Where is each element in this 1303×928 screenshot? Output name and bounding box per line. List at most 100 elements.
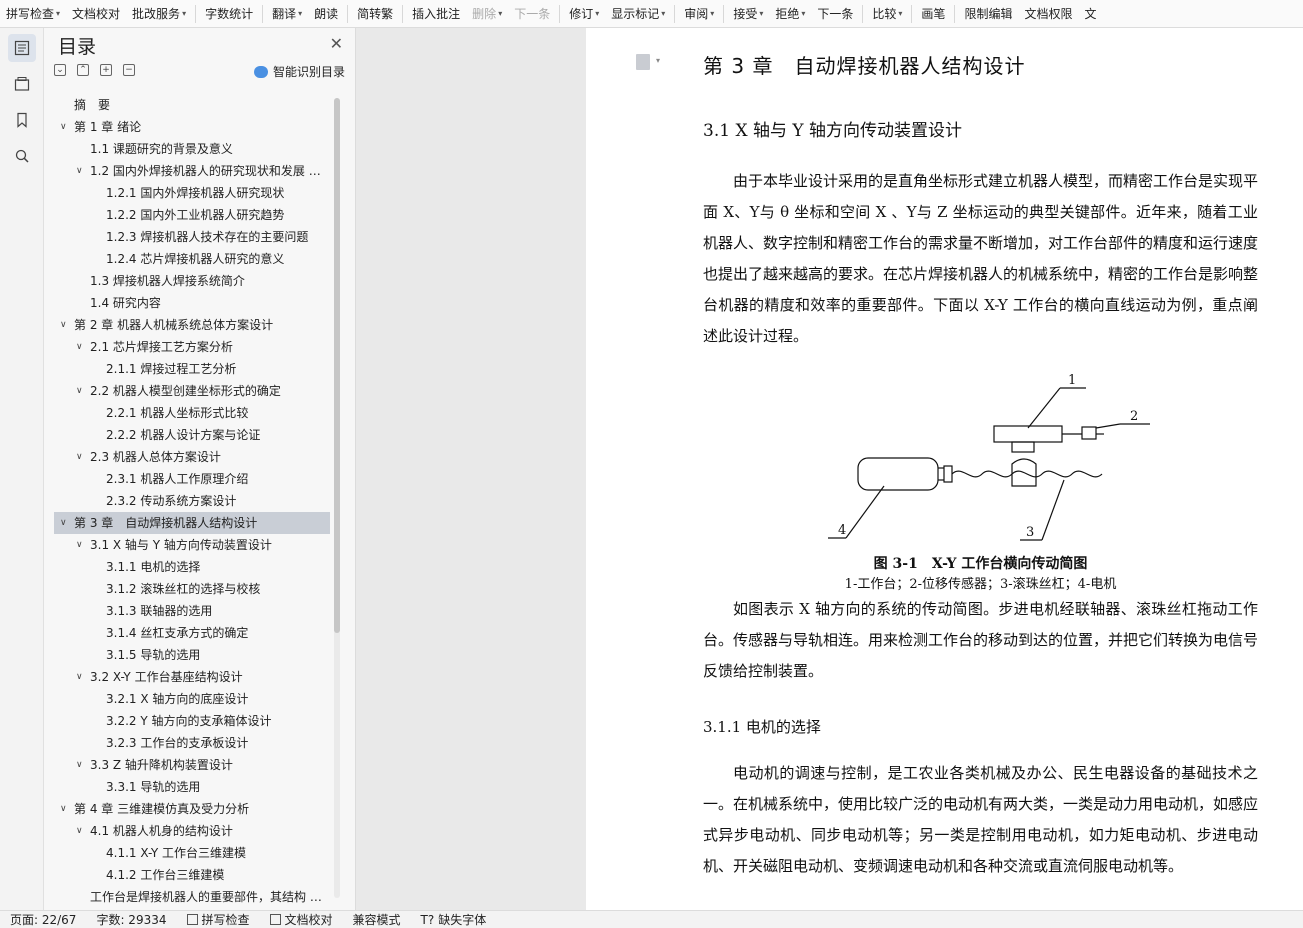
toc-item[interactable]: 1.1 课题研究的背景及意义 [54, 138, 330, 160]
toc-panel-icon[interactable] [8, 34, 36, 62]
ribbon-button-3[interactable]: 字数统计 [199, 0, 259, 27]
chapter-nav-icon[interactable] [8, 70, 36, 98]
toc-item[interactable]: 3.1.1 电机的选择 [54, 556, 330, 578]
toc-item[interactable]: ∨ 1.2 国内外焊接机器人的研究现状和发展 … [54, 160, 330, 182]
ribbon-button-9[interactable]: 下一条 [508, 0, 556, 27]
toc-item[interactable]: ∨ 2.1 芯片焊接工艺方案分析 [54, 336, 330, 358]
close-icon[interactable]: ✕ [330, 34, 343, 53]
chevron-down-icon[interactable]: ∨ [76, 446, 83, 468]
toc-item[interactable]: 3.2.1 X 轴方向的底座设计 [54, 688, 330, 710]
toc-item[interactable]: 摘 要 [54, 94, 330, 116]
figure-label-3: 3 [1026, 525, 1034, 540]
toc-item[interactable]: 2.2.1 机器人坐标形式比较 [54, 402, 330, 424]
toc-item[interactable]: 3.2.2 Y 轴方向的支承箱体设计 [54, 710, 330, 732]
toc-item[interactable]: 1.2.4 芯片焊接机器人研究的意义 [54, 248, 330, 270]
toc-item[interactable]: 3.1.5 导轨的选用 [54, 644, 330, 666]
ribbon-button-1[interactable]: 文档校对 [66, 0, 126, 27]
toc-item[interactable]: ∨ 3.2 X-Y 工作台基座结构设计 [54, 666, 330, 688]
missing-font-status[interactable]: T? 缺失字体 [411, 911, 497, 928]
ribbon-button-5[interactable]: 朗读 [308, 0, 344, 27]
toc-item[interactable]: ∨ 第 4 章 三维建模仿真及受力分析 [54, 798, 330, 820]
toc-item[interactable]: 1.2.1 国内外焊接机器人研究现状 [54, 182, 330, 204]
chevron-down-icon[interactable]: ∨ [60, 116, 67, 138]
toc-item[interactable]: 1.2.2 国内外工业机器人研究趋势 [54, 204, 330, 226]
ball-screw-shape [951, 470, 1103, 478]
ribbon-button-14[interactable]: 拒绝 ▾ [769, 0, 811, 27]
toc-item[interactable]: 工作台是焊接机器人的重要部件，其结构 … [54, 886, 330, 904]
page-indicator[interactable]: 页面: 22/67 [0, 911, 86, 928]
ribbon-button-20[interactable]: 文 [1078, 0, 1102, 27]
proof-status[interactable]: 文档校对 [260, 911, 343, 928]
ribbon-button-16[interactable]: 比较 ▾ [866, 0, 908, 27]
chevron-down-icon[interactable]: ∨ [60, 314, 67, 336]
collapse-all-icon[interactable]: ⌄ [54, 64, 66, 76]
toc-item[interactable]: 3.1.4 丝杠支承方式的确定 [54, 622, 330, 644]
toc-item[interactable]: ∨ 4.1 机器人机身的结构设计 [54, 820, 330, 842]
transmission-diagram: 1 2 3 4 [828, 373, 1150, 541]
toc-item[interactable]: 2.1.1 焊接过程工艺分析 [54, 358, 330, 380]
ribbon-button-13[interactable]: 接受 ▾ [727, 0, 769, 27]
toc-item[interactable]: ∨ 第 2 章 机器人机械系统总体方案设计 [54, 314, 330, 336]
toc-item-label: 3.2.3 工作台的支承板设计 [106, 736, 249, 750]
toc-item[interactable]: ∨ 第 3 章 自动焊接机器人结构设计 [54, 512, 330, 534]
document-page[interactable]: ▾ 第 3 章 自动焊接机器人结构设计 3.1 X 轴与 Y 轴方向传动装置设计… [586, 28, 1303, 910]
word-count[interactable]: 字数: 29334 [86, 911, 176, 928]
toc-item[interactable]: 2.2.2 机器人设计方案与论证 [54, 424, 330, 446]
toc-item[interactable]: 4.1.2 工作台三维建模 [54, 864, 330, 886]
ribbon-button-15[interactable]: 下一条 [811, 0, 859, 27]
ribbon-button-4[interactable]: 翻译 ▾ [266, 0, 308, 27]
ribbon-button-8[interactable]: 删除 ▾ [466, 0, 508, 27]
chevron-down-icon[interactable]: ∨ [76, 534, 83, 556]
toc-item[interactable]: 3.1.2 滚珠丝杠的选择与校核 [54, 578, 330, 600]
ribbon-button-10[interactable]: 修订 ▾ [563, 0, 605, 27]
add-heading-icon[interactable]: + [100, 64, 112, 76]
ribbon-button-6[interactable]: 简转繁 [351, 0, 399, 27]
ribbon-button-19[interactable]: 文档权限 [1018, 0, 1078, 27]
toc-item[interactable]: ∨ 第 1 章 绪论 [54, 116, 330, 138]
ribbon-button-0[interactable]: 拼写检查 ▾ [0, 0, 66, 27]
subsection-heading: 3.1.1 电机的选择 [703, 718, 821, 736]
smart-toc-button[interactable]: 智能识别目录 [253, 63, 345, 80]
ribbon-button-18[interactable]: 限制编辑 [958, 0, 1018, 27]
toc-item[interactable]: 1.4 研究内容 [54, 292, 330, 314]
chevron-down-icon: ▾ [898, 9, 903, 18]
ribbon-button-label: 下一条 [817, 7, 854, 21]
chevron-down-icon[interactable]: ▾ [656, 56, 660, 65]
ribbon-button-12[interactable]: 审阅 ▾ [678, 0, 720, 27]
toc-item[interactable]: ∨ 3.3 Z 轴升降机构装置设计 [54, 754, 330, 776]
chevron-down-icon[interactable]: ∨ [60, 512, 67, 534]
ribbon-button-17[interactable]: 画笔 [915, 0, 951, 27]
ribbon-button-11[interactable]: 显示标记 ▾ [605, 0, 671, 27]
toc-item[interactable]: ∨ 2.3 机器人总体方案设计 [54, 446, 330, 468]
toc-item[interactable]: 4.1.1 X-Y 工作台三维建模 [54, 842, 330, 864]
chevron-down-icon[interactable]: ∨ [76, 754, 83, 776]
chevron-down-icon[interactable]: ∨ [76, 160, 83, 182]
toc-scrollbar-thumb[interactable] [334, 98, 340, 633]
remove-heading-icon[interactable]: − [123, 64, 135, 76]
toc-item-label: 第 2 章 机器人机械系统总体方案设计 [74, 318, 274, 332]
toc-scrollbar[interactable] [334, 98, 340, 898]
toc-item[interactable]: 3.1.3 联轴器的选用 [54, 600, 330, 622]
chevron-down-icon: ▾ [759, 9, 764, 18]
toc-item[interactable]: 2.3.2 传动系统方案设计 [54, 490, 330, 512]
bookmark-icon[interactable] [8, 106, 36, 134]
ribbon-button-7[interactable]: 插入批注 [406, 0, 466, 27]
ribbon-separator [402, 4, 404, 23]
toc-item[interactable]: ∨ 3.1 X 轴与 Y 轴方向传动装置设计 [54, 534, 330, 556]
toc-item[interactable]: 3.2.3 工作台的支承板设计 [54, 732, 330, 754]
document-icon[interactable] [636, 54, 650, 70]
toc-item[interactable]: 3.3.1 导轨的选用 [54, 776, 330, 798]
toc-item[interactable]: ∨ 2.2 机器人模型创建坐标形式的确定 [54, 380, 330, 402]
toc-item[interactable]: 1.2.3 焊接机器人技术存在的主要问题 [54, 226, 330, 248]
ribbon-button-2[interactable]: 批改服务 ▾ [126, 0, 192, 27]
toc-item[interactable]: 2.3.1 机器人工作原理介绍 [54, 468, 330, 490]
expand-up-icon[interactable]: ⌃ [77, 64, 89, 76]
chevron-down-icon[interactable]: ∨ [76, 336, 83, 358]
toc-item[interactable]: 1.3 焊接机器人焊接系统简介 [54, 270, 330, 292]
chevron-down-icon[interactable]: ∨ [76, 820, 83, 842]
chevron-down-icon[interactable]: ∨ [60, 798, 67, 820]
chevron-down-icon[interactable]: ∨ [76, 666, 83, 688]
chevron-down-icon[interactable]: ∨ [76, 380, 83, 402]
search-icon[interactable] [8, 142, 36, 170]
spell-check-status[interactable]: 拼写检查 [177, 911, 260, 928]
